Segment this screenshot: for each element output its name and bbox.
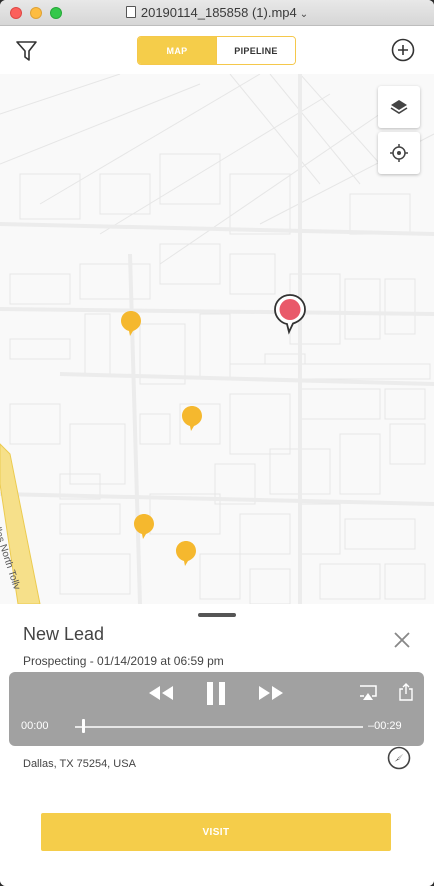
lead-pin[interactable] [132, 512, 156, 542]
close-icon[interactable] [392, 630, 412, 650]
tab-pipeline[interactable]: PIPELINE [216, 37, 295, 64]
tab-map[interactable]: MAP [138, 37, 216, 64]
lead-address: Dallas, TX 75254, USA [23, 758, 136, 770]
lead-title: New Lead [23, 624, 105, 644]
lead-pin[interactable] [174, 539, 198, 569]
locate-button[interactable] [378, 132, 420, 174]
window-title-text: 20190114_185858 (1).mp4 [140, 5, 297, 20]
scrubber-track[interactable] [75, 726, 363, 728]
navigate-icon[interactable] [387, 746, 411, 770]
drag-handle[interactable] [198, 613, 236, 617]
lead-pin[interactable] [180, 404, 204, 434]
share-icon[interactable] [399, 683, 413, 701]
fast-forward-icon[interactable] [258, 685, 284, 701]
add-icon[interactable] [391, 38, 415, 62]
scrubber-handle[interactable] [82, 719, 85, 733]
map-tiles [0, 74, 434, 604]
window-title: 20190114_185858 (1).mp4 ⌄ [0, 5, 434, 20]
map-view[interactable]: Dallas North Tollv [0, 74, 434, 604]
airplay-icon[interactable] [359, 685, 377, 701]
elapsed-time: 00:00 [21, 720, 49, 732]
rewind-icon[interactable] [148, 685, 174, 701]
layers-button[interactable] [378, 86, 420, 128]
lead-status: Prospecting - 01/14/2019 at 06:59 pm [23, 654, 224, 668]
pause-icon[interactable] [205, 681, 227, 706]
visit-button[interactable]: VISIT [41, 813, 391, 851]
app-window: 20190114_185858 (1).mp4 ⌄ MAP PIPELINE N… [0, 0, 434, 886]
video-player-controls: 00:00 –00:29 [9, 672, 424, 746]
layers-icon [390, 100, 408, 114]
file-icon [125, 6, 136, 18]
title-bar: 20190114_185858 (1).mp4 ⌄ [0, 0, 434, 26]
chevron-down-icon[interactable]: ⌄ [300, 9, 308, 20]
filter-icon[interactable] [14, 38, 40, 64]
app-header: MAP PIPELINE [0, 26, 434, 74]
crosshair-icon [390, 144, 408, 162]
remaining-time: –00:29 [368, 720, 402, 732]
view-toggle: MAP PIPELINE [137, 36, 296, 65]
selected-lead-pin[interactable] [273, 293, 307, 335]
lead-pin[interactable] [119, 309, 143, 339]
